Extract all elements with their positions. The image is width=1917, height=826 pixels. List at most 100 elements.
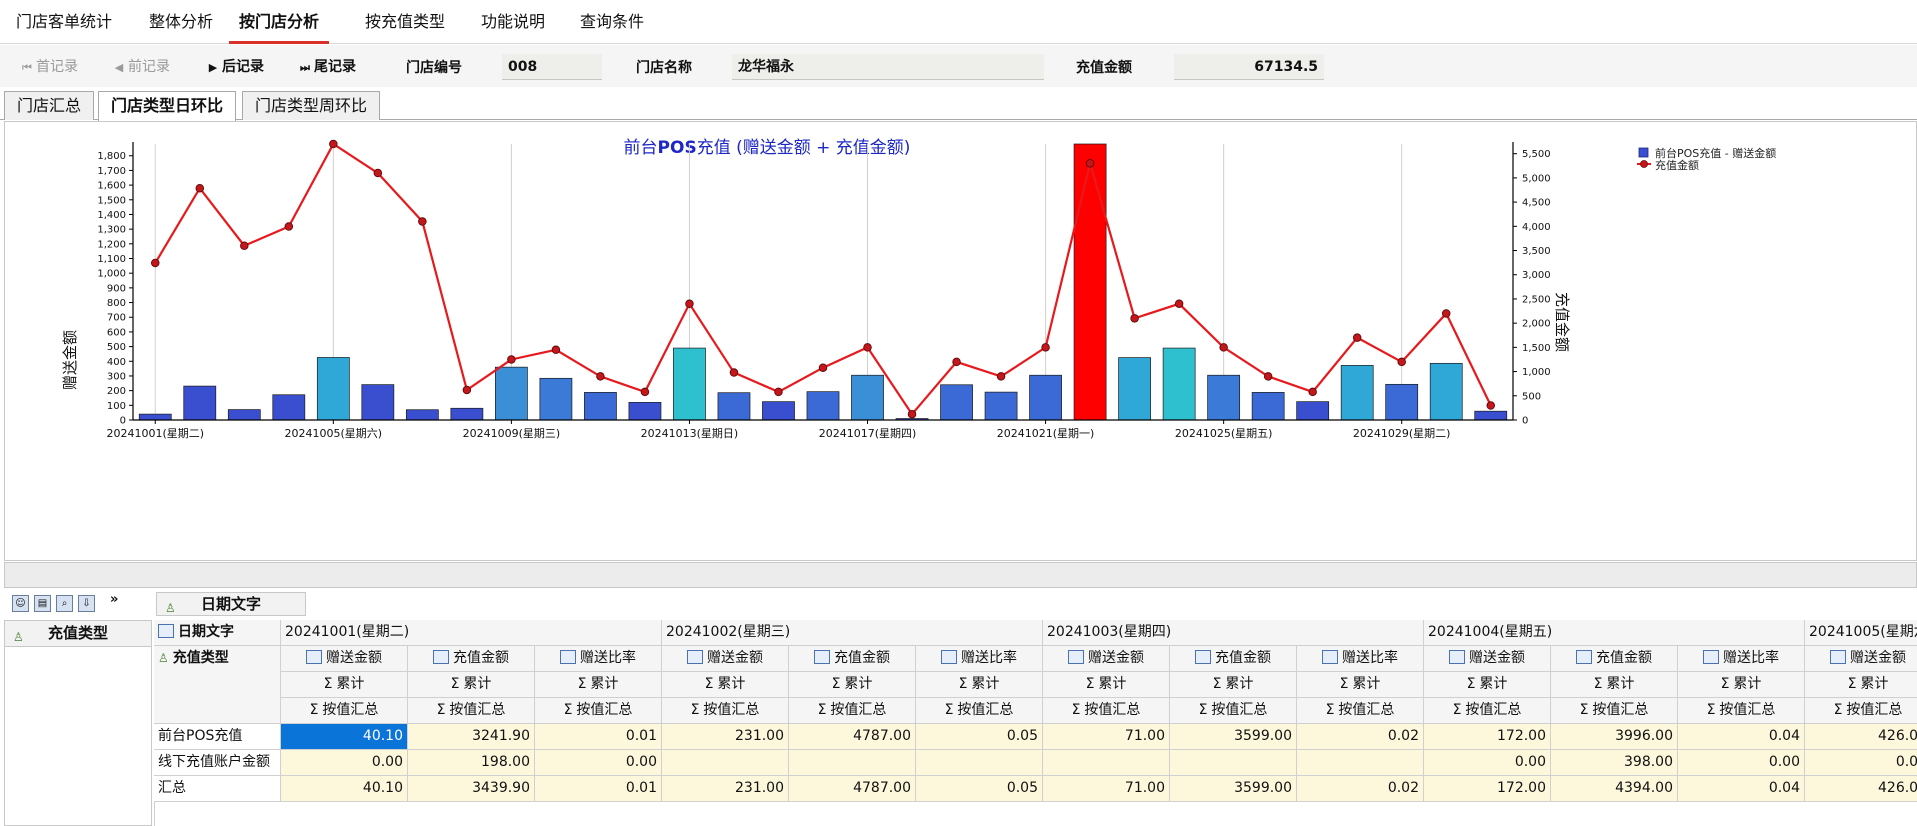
aggregate-header[interactable]: Σ 按值汇总	[789, 698, 916, 724]
measure-header[interactable]: 赠送比率	[916, 646, 1043, 672]
date-column-header[interactable]: 20241003(星期四)	[1043, 620, 1424, 646]
data-cell[interactable]: 4394.00	[1551, 776, 1678, 802]
data-cell[interactable]: 0.05	[916, 724, 1043, 750]
menu-by-store-analysis[interactable]: 按门店分析	[229, 0, 330, 44]
first-record-button[interactable]: ⏮ 首记录	[18, 56, 78, 76]
data-cell[interactable]	[916, 750, 1043, 776]
data-cell[interactable]: 231.00	[662, 724, 789, 750]
data-cell[interactable]: 0.01	[535, 724, 662, 750]
measure-header[interactable]: 赠送金额	[1424, 646, 1551, 672]
date-column-header[interactable]: 20241001(星期二)	[281, 620, 662, 646]
measure-header[interactable]: 充值金额	[1170, 646, 1297, 672]
aggregate-header[interactable]: Σ 按值汇总	[1805, 698, 1917, 724]
measure-header[interactable]: 赠送比率	[535, 646, 662, 672]
panel-splitter[interactable]	[4, 562, 1917, 588]
data-cell[interactable]: 4787.00	[789, 776, 916, 802]
aggregate-header[interactable]: Σ 按值汇总	[281, 698, 408, 724]
aggregate-header[interactable]: Σ 累计	[1043, 672, 1170, 698]
measure-header[interactable]: 充值金额	[408, 646, 535, 672]
aggregate-header[interactable]: Σ 累计	[1678, 672, 1805, 698]
aggregate-header[interactable]: Σ 累计	[1170, 672, 1297, 698]
menu-overall-analysis[interactable]: 整体分析	[149, 0, 213, 44]
aggregate-header[interactable]: Σ 累计	[1424, 672, 1551, 698]
menu-function-description[interactable]: 功能说明	[481, 0, 545, 44]
aggregate-header[interactable]: Σ 按值汇总	[1043, 698, 1170, 724]
measure-header[interactable]: 充值金额	[1551, 646, 1678, 672]
data-cell[interactable]: 71.00	[1043, 776, 1170, 802]
amount-field[interactable]: 67134.5	[1174, 54, 1324, 80]
tab-store-summary[interactable]: 门店汇总	[4, 91, 95, 120]
measure-header[interactable]: 赠送金额	[662, 646, 789, 672]
measure-header[interactable]: 赠送金额	[1043, 646, 1170, 672]
data-cell[interactable]: 0.00	[535, 750, 662, 776]
data-cell[interactable]: 0.00	[1424, 750, 1551, 776]
aggregate-header[interactable]: Σ 按值汇总	[1678, 698, 1805, 724]
data-cell[interactable]: 0.01	[535, 776, 662, 802]
measure-header[interactable]: 赠送金额	[281, 646, 408, 672]
export-icon[interactable]: ⇩	[78, 595, 95, 612]
aggregate-header[interactable]: Σ 累计	[1805, 672, 1917, 698]
menu-store-customer-stats[interactable]: 门店客单统计	[16, 0, 112, 44]
tab-store-type-weekly[interactable]: 门店类型周环比	[242, 91, 381, 120]
data-cell[interactable]: 426.00	[1805, 776, 1917, 802]
data-cell[interactable]: 0.00	[1678, 750, 1805, 776]
search-icon[interactable]: ⌕	[56, 595, 73, 612]
aggregate-header[interactable]: Σ 累计	[281, 672, 408, 698]
recharge-type-dimension-header[interactable]: ♙ 充值类型	[154, 646, 281, 724]
date-dimension-header[interactable]: 日期文字	[154, 620, 281, 646]
data-cell[interactable]: 231.00	[662, 776, 789, 802]
data-cell[interactable]: 0.00	[1805, 750, 1917, 776]
row-header[interactable]: 汇总	[154, 776, 281, 802]
aggregate-header[interactable]: Σ 按值汇总	[1170, 698, 1297, 724]
aggregate-header[interactable]: Σ 累计	[535, 672, 662, 698]
aggregate-header[interactable]: Σ 累计	[408, 672, 535, 698]
data-cell[interactable]: 3439.90	[408, 776, 535, 802]
aggregate-header[interactable]: Σ 累计	[916, 672, 1043, 698]
data-cell[interactable]	[662, 750, 789, 776]
aggregate-header[interactable]: Σ 按值汇总	[535, 698, 662, 724]
aggregate-header[interactable]: Σ 累计	[662, 672, 789, 698]
data-cell[interactable]	[1297, 750, 1424, 776]
row-field-header[interactable]: ♙ 充值类型	[5, 621, 151, 647]
data-cell[interactable]: 172.00	[1424, 724, 1551, 750]
data-cell[interactable]: 3599.00	[1170, 724, 1297, 750]
column-field-header[interactable]: ♙ 日期文字	[156, 592, 306, 616]
layout-icon[interactable]: ▤	[34, 595, 51, 612]
aggregate-header[interactable]: Σ 按值汇总	[916, 698, 1043, 724]
measure-header[interactable]: 赠送金额	[1805, 646, 1917, 672]
data-cell[interactable]: 3599.00	[1170, 776, 1297, 802]
measure-header[interactable]: 赠送比率	[1297, 646, 1424, 672]
data-cell[interactable]: 0.02	[1297, 724, 1424, 750]
store-no-field[interactable]: 008	[502, 54, 602, 80]
data-cell[interactable]: 71.00	[1043, 724, 1170, 750]
menu-by-recharge-type[interactable]: 按充值类型	[365, 0, 445, 44]
data-cell[interactable]: 3996.00	[1551, 724, 1678, 750]
data-cell[interactable]: 40.10	[281, 776, 408, 802]
data-cell[interactable]: 0.02	[1297, 776, 1424, 802]
aggregate-header[interactable]: Σ 累计	[789, 672, 916, 698]
data-cell[interactable]	[789, 750, 916, 776]
field-chooser-icon[interactable]: ☺	[12, 595, 29, 612]
menu-query-conditions[interactable]: 查询条件	[580, 0, 644, 44]
data-cell[interactable]: 40.10	[281, 724, 408, 750]
measure-header[interactable]: 赠送比率	[1678, 646, 1805, 672]
date-column-header[interactable]: 20241004(星期五)	[1424, 620, 1805, 646]
aggregate-header[interactable]: Σ 累计	[1297, 672, 1424, 698]
tab-store-type-daily[interactable]: 门店类型日环比	[98, 91, 237, 121]
prev-record-button[interactable]: ◀ 前记录	[110, 56, 170, 76]
data-cell[interactable]: 426.00	[1805, 724, 1917, 750]
aggregate-header[interactable]: Σ 按值汇总	[1297, 698, 1424, 724]
data-cell[interactable]	[1043, 750, 1170, 776]
aggregate-header[interactable]: Σ 按值汇总	[1551, 698, 1678, 724]
data-cell[interactable]: 398.00	[1551, 750, 1678, 776]
last-record-button[interactable]: ⏭ 尾记录	[296, 56, 356, 76]
aggregate-header[interactable]: Σ 按值汇总	[662, 698, 789, 724]
data-cell[interactable]: 0.00	[281, 750, 408, 776]
aggregate-header[interactable]: Σ 按值汇总	[408, 698, 535, 724]
aggregate-header[interactable]: Σ 累计	[1551, 672, 1678, 698]
data-cell[interactable]: 3241.90	[408, 724, 535, 750]
data-cell[interactable]: 198.00	[408, 750, 535, 776]
data-cell[interactable]: 0.05	[916, 776, 1043, 802]
date-column-header[interactable]: 20241005(星期六)	[1805, 620, 1917, 646]
row-header[interactable]: 线下充值账户金额	[154, 750, 281, 776]
